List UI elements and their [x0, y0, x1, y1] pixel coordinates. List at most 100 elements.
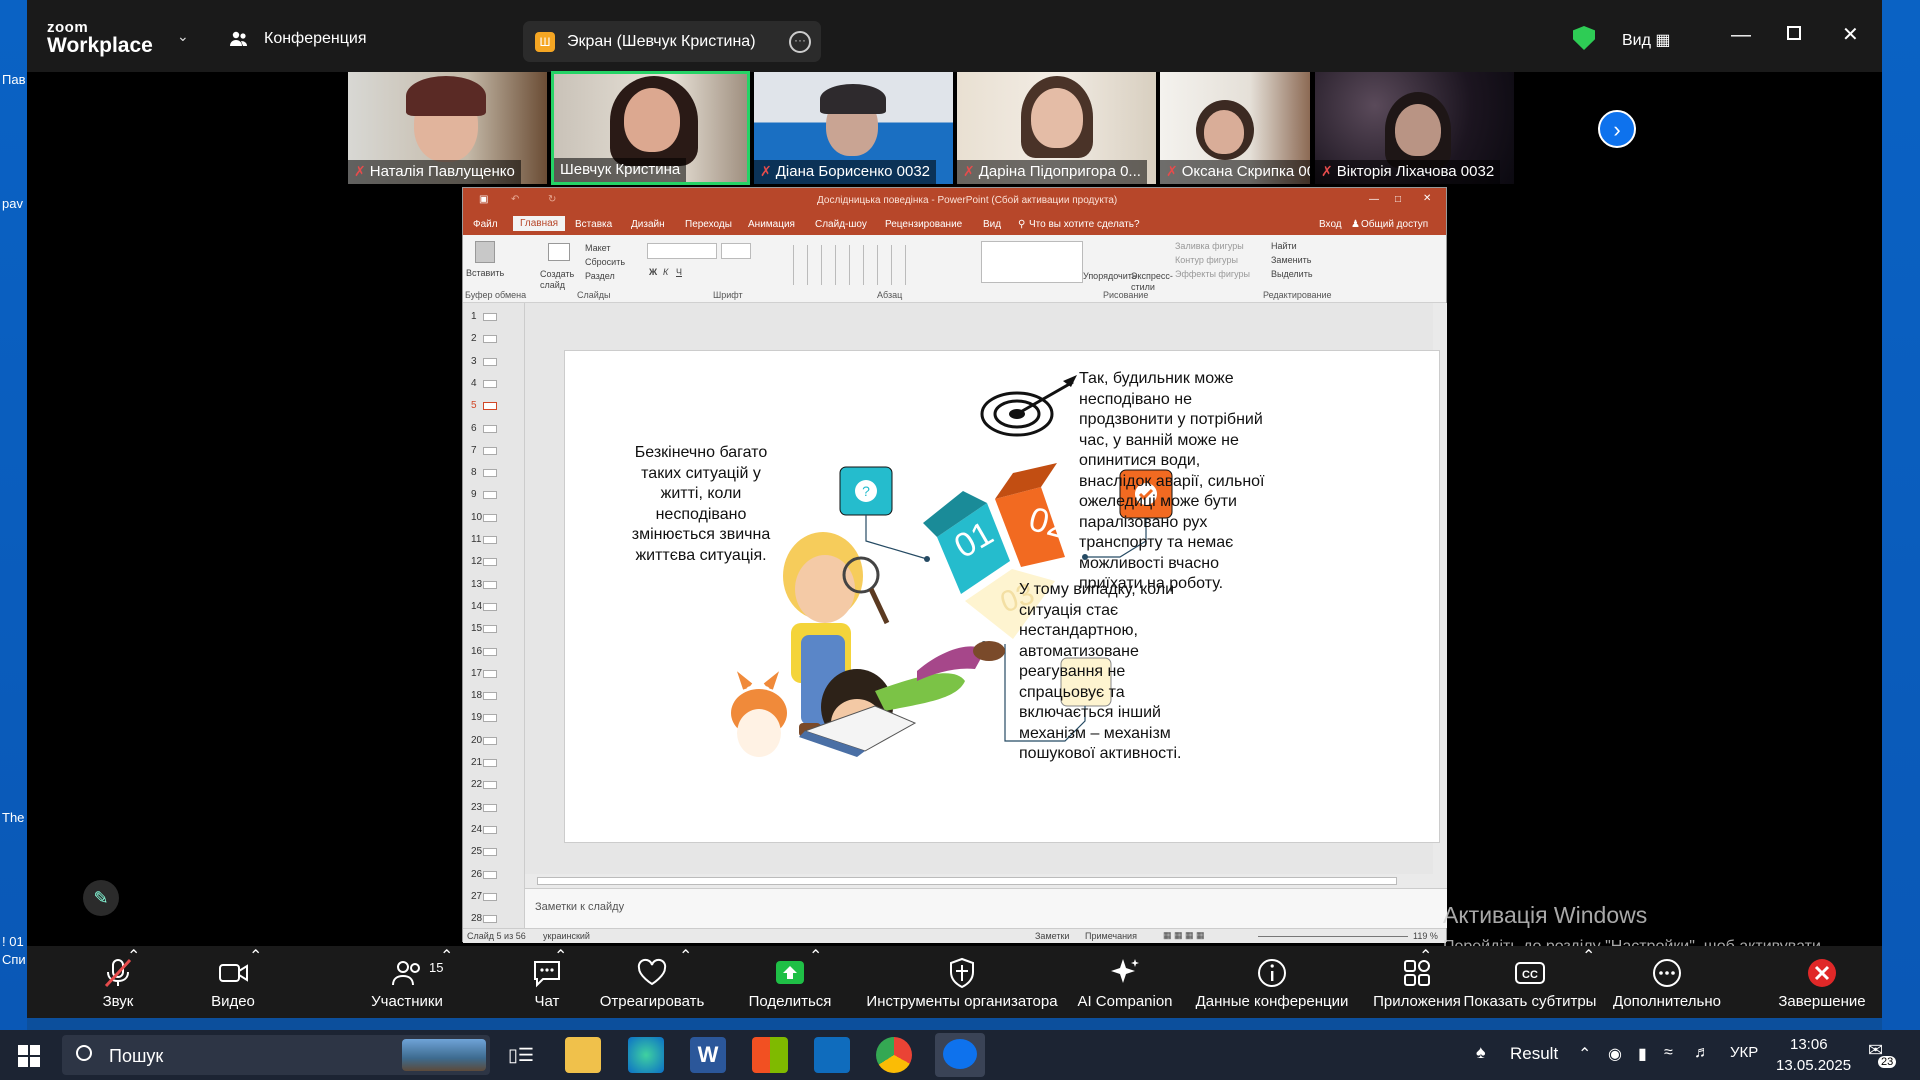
volume-icon[interactable]: ♬ — [1694, 1044, 1710, 1062]
ppt-share-button[interactable]: Общий доступ — [1361, 219, 1428, 230]
slide-number[interactable]: 28 — [471, 913, 482, 924]
slide-thumbnail-panel[interactable]: 1 2 3 4 5 6 7 8 9 10 11 12 13 14 15 16 17 18 19 20 21 22 23 24 2… — [463, 303, 525, 928]
shape-effects-button[interactable]: Эффекты фигуры — [1175, 269, 1250, 279]
tab-home[interactable]: Главная — [513, 216, 566, 231]
slide-mini-thumbnail[interactable] — [483, 714, 497, 723]
desktop-label[interactable]: Пав — [2, 72, 25, 87]
view-icons[interactable]: ▦ ▦ ▦ ▦ — [1163, 930, 1205, 941]
slide-mini-thumbnail[interactable] — [483, 335, 497, 344]
slide-number[interactable]: 11 — [471, 534, 481, 545]
maximize-icon[interactable] — [1787, 26, 1801, 40]
tab-insert[interactable]: Вставка — [575, 219, 612, 230]
desktop-label[interactable]: pav — [2, 196, 23, 211]
shapes-gallery[interactable] — [981, 241, 1083, 283]
chrome-icon[interactable] — [876, 1037, 912, 1073]
slide-number[interactable]: 2 — [471, 333, 477, 344]
slide-mini-thumbnail[interactable] — [483, 402, 497, 411]
slide-number[interactable]: 8 — [471, 467, 477, 478]
minimize-icon[interactable]: — — [1731, 24, 1751, 47]
gallery-next-button[interactable]: › — [1598, 110, 1636, 148]
ppt-maximize-icon[interactable]: □ — [1395, 194, 1401, 205]
new-slide-icon[interactable] — [548, 243, 570, 261]
slide-number[interactable]: 20 — [471, 735, 482, 746]
video-button[interactable]: Видео — [178, 946, 288, 1018]
save-icon[interactable]: ▣ — [479, 194, 488, 205]
clock-time[interactable]: 13:06 — [1790, 1036, 1828, 1053]
screen-share-pill[interactable]: Ш Экран (Шевчук Кристина) ··· — [523, 21, 821, 62]
tell-me-box[interactable]: Что вы хотите сделать? — [1029, 219, 1140, 230]
slide-number[interactable]: 5 — [471, 400, 477, 411]
battery-icon[interactable]: ▮ — [1638, 1044, 1647, 1064]
desktop-label[interactable]: ! 01 — [2, 934, 24, 949]
new-slide-button[interactable]: Создать слайд — [540, 269, 576, 291]
italic-icon[interactable]: К — [663, 267, 668, 277]
slide-mini-thumbnail[interactable] — [483, 424, 497, 433]
file-explorer-icon[interactable] — [565, 1037, 601, 1073]
tab-file[interactable]: Файл — [473, 219, 498, 230]
tray-chevron-icon[interactable]: ⌃ — [1578, 1044, 1591, 1064]
mail-icon[interactable] — [814, 1037, 850, 1073]
slide-number[interactable]: 3 — [471, 356, 477, 367]
layout-button[interactable]: Макет — [585, 243, 610, 253]
desktop-label[interactable]: The — [2, 810, 24, 825]
find-button[interactable]: Найти — [1271, 241, 1297, 251]
slide-number[interactable]: 27 — [471, 891, 482, 902]
slide-mini-thumbnail[interactable] — [483, 870, 497, 879]
slide-mini-thumbnail[interactable] — [483, 848, 497, 857]
taskbar-search[interactable]: Пошук — [62, 1035, 490, 1075]
slide-number[interactable]: 15 — [471, 623, 482, 634]
nba-icon[interactable]: ♠ — [1476, 1042, 1486, 1063]
language-indicator[interactable]: УКР — [1730, 1044, 1758, 1061]
host-tools-button[interactable]: Инструменты организатора — [857, 946, 1067, 1018]
slide-mini-thumbnail[interactable] — [483, 825, 497, 834]
word-icon[interactable]: W — [690, 1037, 726, 1073]
participant-tile[interactable]: ✗ Даріна Підопригора 0... — [957, 72, 1156, 184]
share-caret-icon[interactable]: ⌃ — [809, 946, 822, 1018]
slide-number[interactable]: 23 — [471, 802, 482, 813]
video-caret-icon[interactable]: ⌃ — [249, 946, 262, 1018]
annotate-pencil-icon[interactable]: ✎ — [83, 880, 119, 916]
people-icon[interactable] — [229, 29, 249, 49]
close-icon[interactable]: ✕ — [1842, 22, 1859, 47]
clipboard-icon[interactable] — [475, 241, 495, 263]
scrollbar-thumb[interactable] — [537, 877, 1397, 885]
windows-start-icon[interactable] — [18, 1045, 40, 1067]
undo-icon[interactable]: ↶ — [511, 194, 519, 205]
select-button[interactable]: Выделить — [1271, 269, 1313, 279]
edge-icon[interactable] — [628, 1037, 664, 1073]
slide-mini-thumbnail[interactable] — [483, 692, 497, 701]
slide-number[interactable]: 24 — [471, 824, 482, 835]
comments-toggle[interactable]: Примечания — [1085, 931, 1137, 941]
slide-mini-thumbnail[interactable] — [483, 379, 497, 388]
ai-companion-button[interactable]: AI Companion — [1070, 946, 1180, 1018]
shape-outline-button[interactable]: Контур фигуры — [1175, 255, 1238, 265]
slide-mini-thumbnail[interactable] — [483, 602, 497, 611]
slide-mini-thumbnail[interactable] — [483, 357, 497, 366]
paragraph-controls[interactable] — [793, 245, 913, 285]
slide-mini-thumbnail[interactable] — [483, 892, 497, 901]
slide-mini-thumbnail[interactable] — [483, 491, 497, 500]
audio-caret-icon[interactable]: ⌃ — [127, 946, 140, 1018]
slide-mini-thumbnail[interactable] — [483, 513, 497, 522]
notes-pane[interactable]: Заметки к слайду — [525, 888, 1447, 928]
slide-mini-thumbnail[interactable] — [483, 736, 497, 745]
tab-review[interactable]: Рецензирование — [885, 219, 962, 230]
ppt-minimize-icon[interactable]: — — [1369, 194, 1379, 205]
security-shield-icon[interactable] — [1573, 26, 1595, 50]
font-size-dropdown[interactable] — [721, 243, 751, 259]
slide-mini-thumbnail[interactable] — [483, 759, 497, 767]
slide-number[interactable]: 4 — [471, 378, 477, 389]
zoom-slider[interactable] — [1258, 936, 1408, 937]
share-user-icon[interactable]: ♟ — [1351, 219, 1360, 230]
font-family-dropdown[interactable] — [647, 243, 717, 259]
slide-number[interactable]: 21 — [471, 757, 482, 768]
slide-mini-thumbnail[interactable] — [483, 558, 497, 567]
clock-date[interactable]: 13.05.2025 — [1776, 1057, 1851, 1074]
captions-caret-icon[interactable]: ⌃ — [1582, 946, 1595, 1018]
more-button[interactable]: Дополнительно — [1607, 946, 1727, 1018]
slide-mini-thumbnail[interactable] — [483, 313, 497, 321]
slide-number[interactable]: 22 — [471, 779, 482, 790]
react-button[interactable]: Отреагировать — [582, 946, 722, 1018]
tab-transitions[interactable]: Переходы — [685, 219, 732, 230]
end-meeting-button[interactable]: Завершение — [1767, 946, 1877, 1018]
